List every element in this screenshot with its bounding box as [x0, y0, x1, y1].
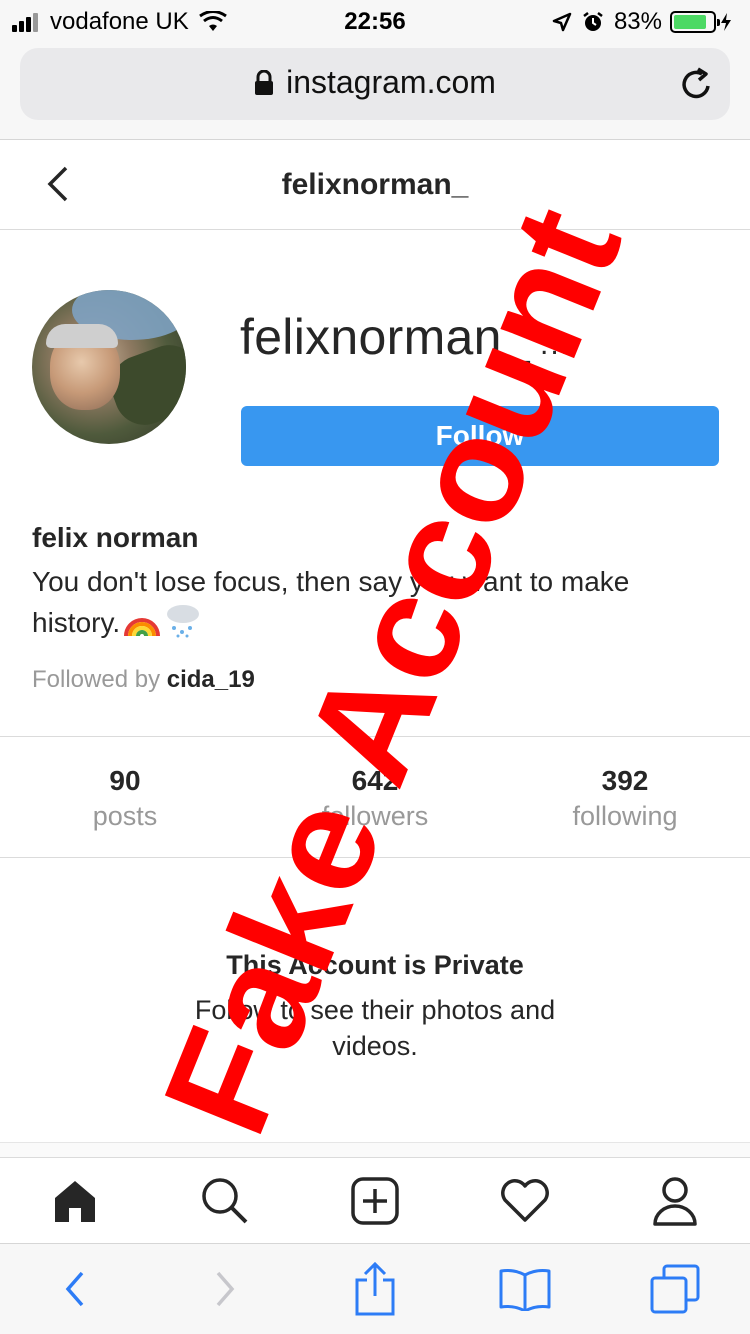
url-text: instagram.com [286, 64, 496, 100]
tabs-icon[interactable] [645, 1259, 705, 1319]
follow-button[interactable]: Follow [241, 406, 719, 466]
followed-by[interactable]: Followed by cida_19 [32, 666, 255, 694]
bio: You don't lose focus, then say you want … [32, 562, 712, 643]
activity-heart-icon[interactable] [495, 1171, 555, 1231]
search-icon[interactable] [195, 1171, 255, 1231]
new-post-icon[interactable] [345, 1171, 405, 1231]
stat-label: followers [321, 801, 429, 831]
header-title: felixnorman_ [281, 168, 469, 201]
cloud-snow-icon [167, 605, 200, 638]
profile-username: felixnorman_ [240, 309, 530, 365]
private-text: Follow to see their photos and videos. [194, 995, 556, 1061]
profile-header: felixnorman_ [0, 140, 750, 230]
stat-posts: 90 posts [0, 737, 250, 857]
reload-icon[interactable] [680, 66, 714, 102]
share-icon[interactable] [345, 1259, 405, 1319]
private-title: This Account is Private [226, 950, 524, 980]
more-options-icon[interactable]: ... [540, 328, 571, 362]
status-right: 83% [552, 8, 742, 36]
battery-percent: 83% [613, 8, 662, 35]
bio-text: You don't lose focus, then say you want … [32, 566, 630, 638]
stat-following[interactable]: 392 following [500, 737, 750, 857]
browser-top-bar: instagram.com [0, 40, 750, 140]
home-icon[interactable] [45, 1171, 105, 1231]
divider [0, 1142, 750, 1158]
full-name: felix norman [32, 522, 199, 553]
location-icon [552, 12, 572, 32]
url-display[interactable]: instagram.com [20, 64, 730, 101]
profile-icon[interactable] [645, 1171, 705, 1231]
rainbow-icon [124, 618, 161, 637]
url-field[interactable]: instagram.com [20, 48, 730, 120]
stat-label: posts [92, 801, 158, 831]
bookmarks-icon[interactable] [495, 1259, 555, 1319]
charging-icon [721, 13, 731, 31]
profile-stats: 90 posts 642 followers 392 following [0, 736, 750, 858]
followed-by-user[interactable]: cida_19 [167, 666, 255, 693]
battery-icon [670, 11, 720, 33]
back-icon[interactable] [45, 1259, 105, 1319]
lock-icon [255, 70, 274, 95]
alarm-icon [583, 12, 603, 31]
forward-icon[interactable] [195, 1259, 255, 1319]
battery-fill [674, 15, 706, 29]
instagram-bottom-nav [0, 1158, 750, 1244]
stat-label: following [572, 801, 678, 831]
stat-followers[interactable]: 642 followers [250, 737, 500, 857]
followed-by-label: Followed by [32, 666, 161, 693]
stat-value: 90 [109, 765, 141, 796]
stat-value: 392 [601, 765, 649, 796]
status-bar: vodafone UK 22:56 83% [0, 0, 750, 40]
browser-toolbar [0, 1244, 750, 1334]
stat-value: 642 [351, 765, 399, 796]
avatar[interactable] [32, 290, 186, 444]
